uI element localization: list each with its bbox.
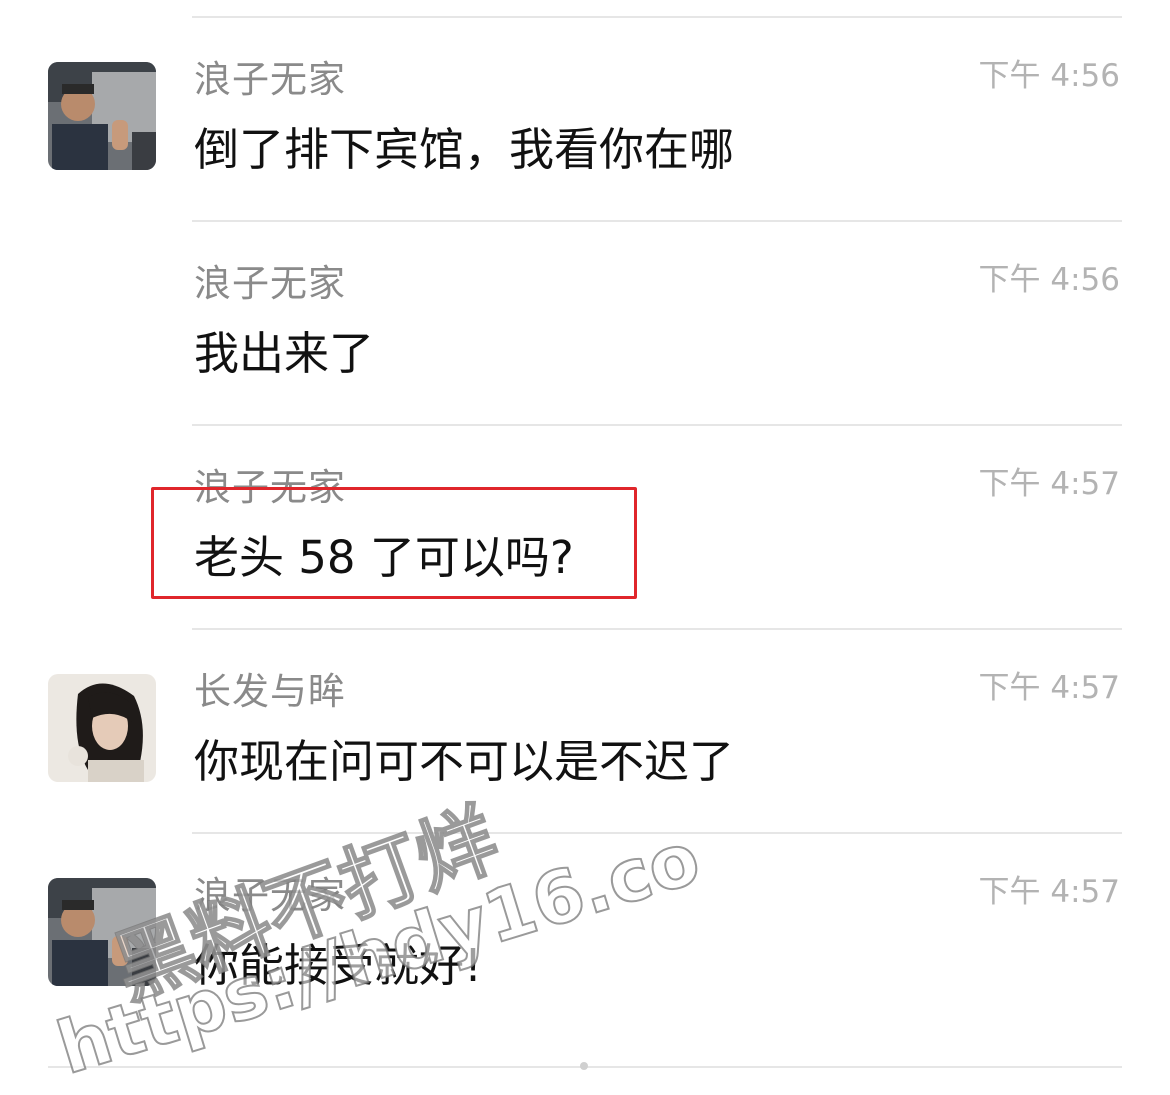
message-item[interactable]: 长发与眸 下午 4:57 你现在问可不可以是不迟了 bbox=[0, 630, 1170, 834]
message-item[interactable]: 浪子无家 下午 4:56 倒了排下宾馆，我看你在哪 bbox=[0, 18, 1170, 222]
message-item[interactable]: 浪子无家 下午 4:57 你能接受就好! bbox=[0, 834, 1170, 1038]
man-in-car-avatar[interactable] bbox=[48, 62, 156, 170]
message-time: 下午 4:57 bbox=[978, 466, 1120, 502]
message-time: 下午 4:56 bbox=[978, 262, 1120, 298]
scroll-indicator bbox=[580, 1062, 588, 1070]
sender-name: 浪子无家 bbox=[194, 874, 346, 917]
sender-name: 长发与眸 bbox=[194, 670, 346, 713]
message-text: 你现在问可不可以是不迟了 bbox=[194, 735, 735, 788]
message-item[interactable]: 浪子无家 下午 4:56 我出来了 bbox=[0, 222, 1170, 426]
message-time: 下午 4:57 bbox=[978, 874, 1120, 910]
chat-history-screen: 浪子无家 下午 4:56 倒了排下宾馆，我看你在哪 浪子无家 下午 4:56 我… bbox=[0, 0, 1170, 1095]
message-time: 下午 4:56 bbox=[978, 58, 1120, 94]
message-text: 我出来了 bbox=[194, 327, 375, 380]
red-highlight-box bbox=[151, 487, 637, 599]
man-in-car-avatar[interactable] bbox=[48, 878, 156, 986]
man-in-car-avatar-image bbox=[48, 62, 156, 170]
man-in-car-avatar-image bbox=[48, 878, 156, 986]
long-hair-woman-avatar-image bbox=[48, 674, 156, 782]
message-text: 你能接受就好! bbox=[194, 939, 483, 992]
sender-name: 浪子无家 bbox=[194, 58, 346, 101]
long-hair-woman-avatar[interactable] bbox=[48, 674, 156, 782]
message-text: 倒了排下宾馆，我看你在哪 bbox=[194, 123, 735, 176]
sender-name: 浪子无家 bbox=[194, 262, 346, 305]
message-time: 下午 4:57 bbox=[978, 670, 1120, 706]
